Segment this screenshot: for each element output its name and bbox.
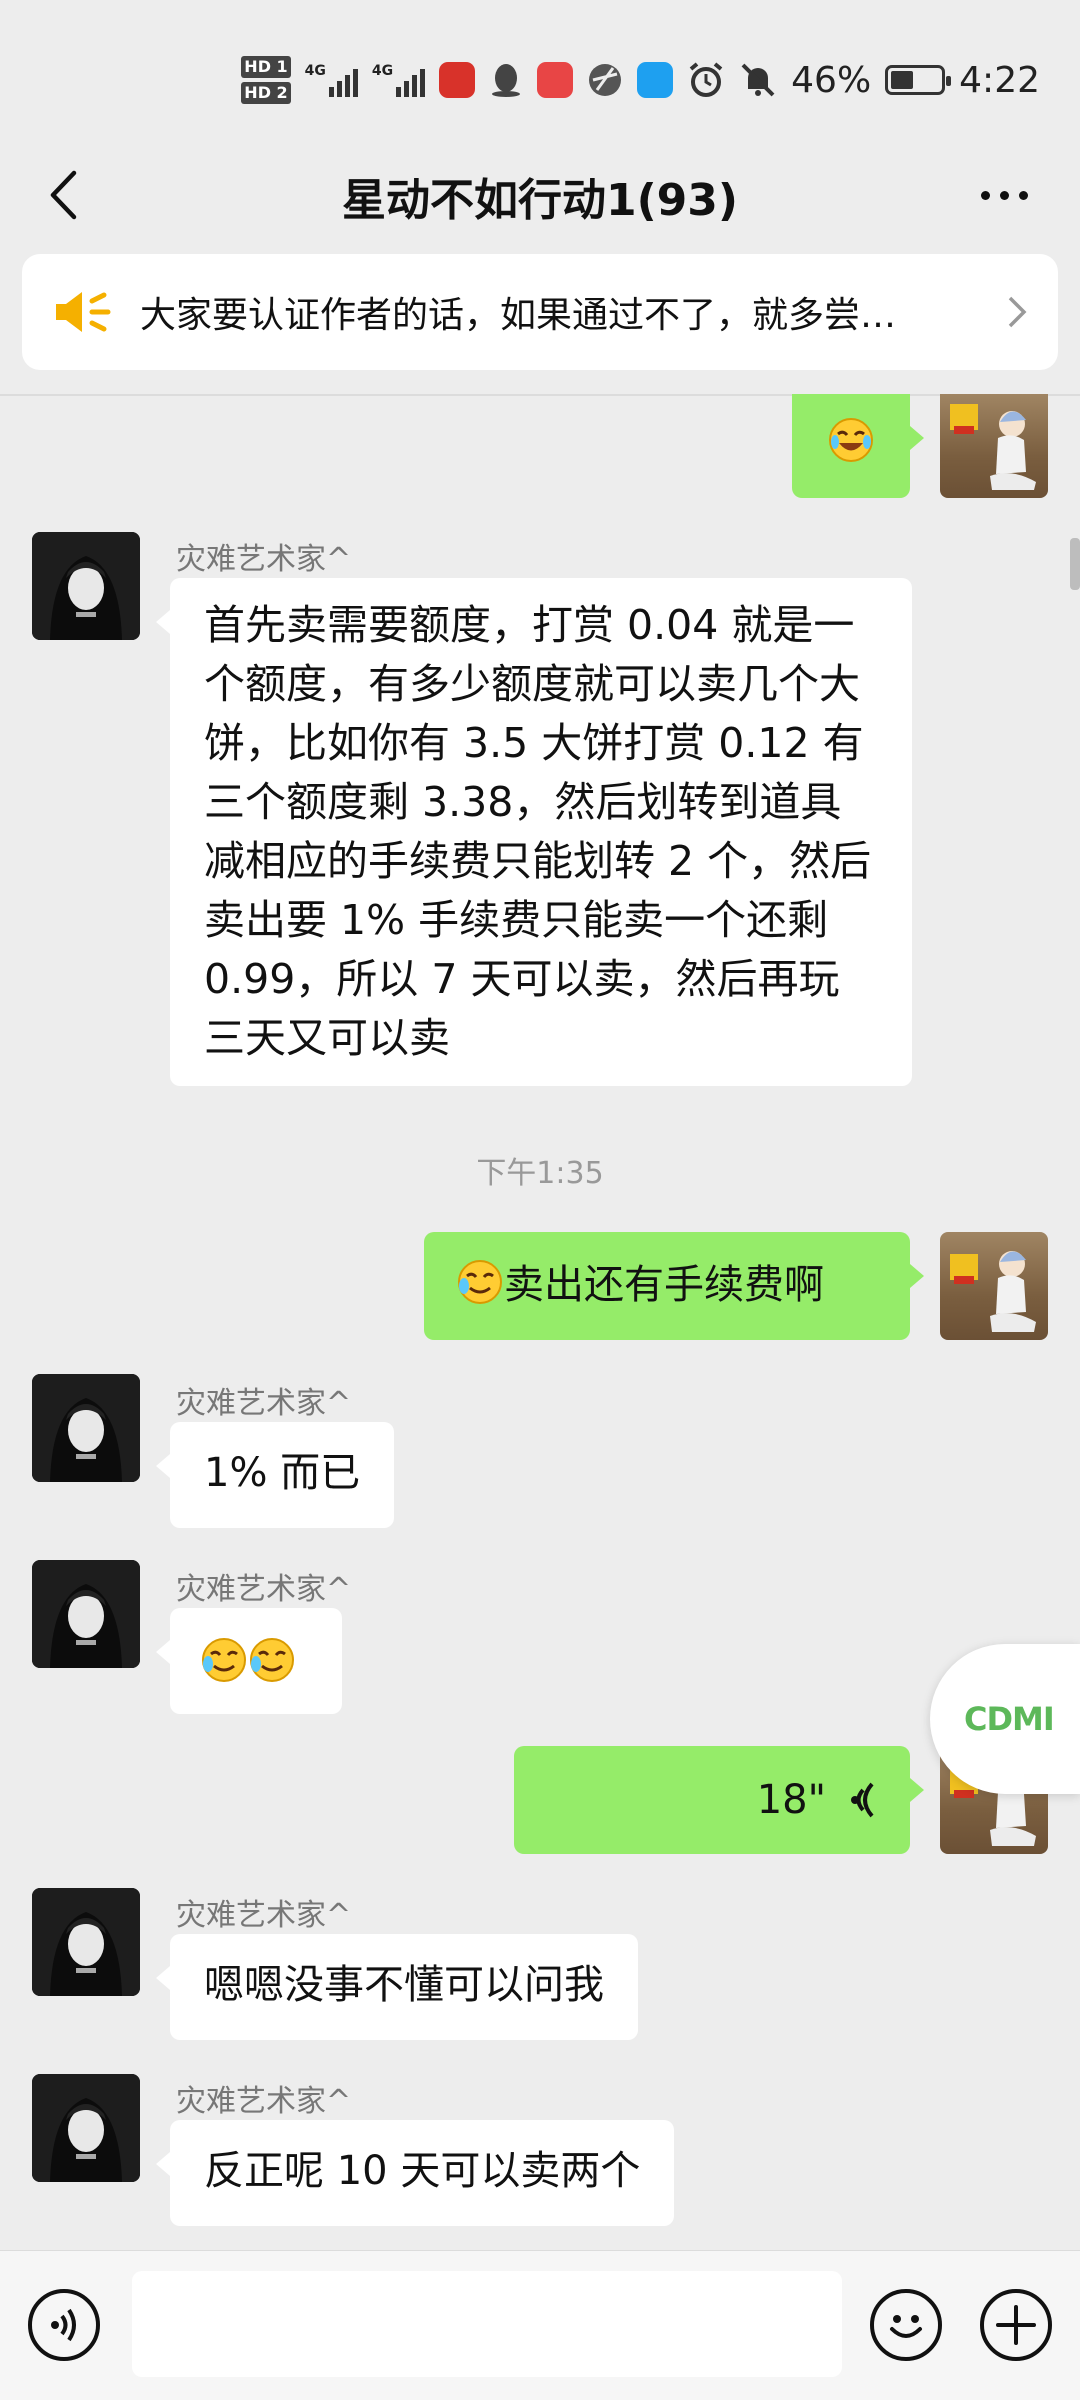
sender-avatar[interactable] [32, 1560, 140, 1668]
book-app-icon [537, 62, 574, 98]
group-announcement[interactable]: 大家要认证作者的话，如果通过不了，就多尝… [22, 254, 1058, 370]
plus-icon [996, 2305, 1036, 2345]
sender-name: 灾难艺术家^ [176, 1898, 352, 1933]
hd1-label: HD 1 [241, 56, 291, 78]
crying-laugh-emoji-icon [250, 1638, 294, 1682]
my-avatar[interactable] [940, 394, 1048, 498]
add-button[interactable] [980, 2289, 1052, 2361]
anime-avatar [32, 1560, 140, 1668]
more-button[interactable] [964, 164, 1044, 226]
battery-icon [885, 65, 952, 95]
anime-avatar [32, 1374, 140, 1482]
voice-message[interactable]: 18" [514, 1746, 924, 1854]
chat-input-bar [0, 2250, 1080, 2400]
received-emoji-message[interactable] [156, 1608, 342, 1714]
sender-avatar[interactable] [32, 1374, 140, 1482]
browser-app-icon [589, 64, 622, 96]
more-dots-icon [980, 190, 990, 200]
emoji-button[interactable] [870, 2289, 942, 2361]
divider [0, 394, 1080, 396]
hd2-label: HD 2 [241, 82, 291, 104]
voice-wave-icon [851, 1782, 874, 1818]
alarm-icon [689, 62, 723, 97]
emoji-icon [890, 2315, 922, 2338]
hd-indicator: HD 1 HD 2 [241, 54, 291, 106]
child-photo [950, 1251, 1036, 1332]
laugh-cry-emoji-icon [829, 418, 873, 462]
anime-avatar [32, 1888, 140, 1996]
search-app-icon [637, 62, 674, 98]
sent-message[interactable]: 卖出还有手续费啊 [424, 1232, 924, 1340]
scrollbar[interactable] [1070, 538, 1080, 590]
my-avatar[interactable] [940, 1232, 1048, 1340]
message-input[interactable] [132, 2271, 842, 2377]
sent-emoji-message[interactable] [792, 394, 924, 498]
voice-icon [51, 2308, 76, 2342]
badge-logo-text: CDMI [964, 1700, 1055, 1738]
crying-laugh-emoji-icon [202, 1638, 246, 1682]
sender-avatar[interactable] [32, 2074, 140, 2182]
floating-app-badge[interactable]: CDMI [930, 1644, 1080, 1794]
chat-header: 星动不如行动1(93) [0, 140, 1080, 250]
sender-name: 灾难艺术家^ [176, 542, 352, 577]
sender-avatar[interactable] [32, 532, 140, 640]
message-text: 反正呢 10 天可以卖两个 [204, 2148, 641, 2194]
battery-percent: 46% [791, 59, 872, 101]
sender-avatar[interactable] [32, 1888, 140, 1996]
signal-2-label: 4G [371, 63, 394, 79]
signal-1-icon: 4G [305, 63, 358, 97]
voice-toggle-button[interactable] [28, 2289, 100, 2361]
chevron-right-icon [1008, 296, 1027, 328]
sender-name: 灾难艺术家^ [176, 1572, 352, 1607]
anime-avatar [32, 532, 140, 640]
received-message[interactable]: 首先卖需要额度，打赏 0.04 就是一个额度，有多少额度就可以卖几个大饼，比如你… [156, 578, 912, 1086]
speaker-icon [56, 292, 111, 332]
app-notification-icon [439, 62, 476, 98]
received-message[interactable]: 嗯嗯没事不懂可以问我 [156, 1934, 638, 2040]
received-message[interactable]: 反正呢 10 天可以卖两个 [155, 2120, 675, 2226]
crying-laugh-emoji-icon [458, 1260, 502, 1304]
sender-name: 灾难艺术家^ [176, 2084, 352, 2119]
signal-1-label: 4G [304, 63, 326, 79]
received-message[interactable]: 1% 而已 [155, 1422, 395, 1528]
anime-avatar [32, 2074, 140, 2182]
status-bar: HD 1 HD 2 4G 4G 46% 4:22 [0, 0, 1080, 140]
message-text: 首先卖需要额度，打赏 0.04 就是一个额度，有多少额度就可以卖几个大饼，比如你… [204, 601, 872, 1062]
announcement-text: 大家要认证作者的话，如果通过不了，就多尝… [140, 295, 897, 336]
chat-title: 星动不如行动1(93) [341, 175, 739, 226]
signal-2-icon: 4G [371, 63, 426, 97]
message-text: 嗯嗯没事不懂可以问我 [204, 1962, 604, 2008]
sender-name: 灾难艺术家^ [176, 1386, 352, 1421]
child-photo [950, 404, 1036, 490]
status-time: 4:22 [959, 59, 1040, 101]
qq-icon [492, 64, 521, 97]
message-timestamp: 下午1:35 [476, 1156, 604, 1191]
mute-icon [741, 63, 775, 97]
message-text: 1% 而已 [204, 1450, 361, 1496]
voice-duration: 18" [756, 1776, 826, 1823]
message-text: 卖出还有手续费啊 [504, 1262, 824, 1308]
